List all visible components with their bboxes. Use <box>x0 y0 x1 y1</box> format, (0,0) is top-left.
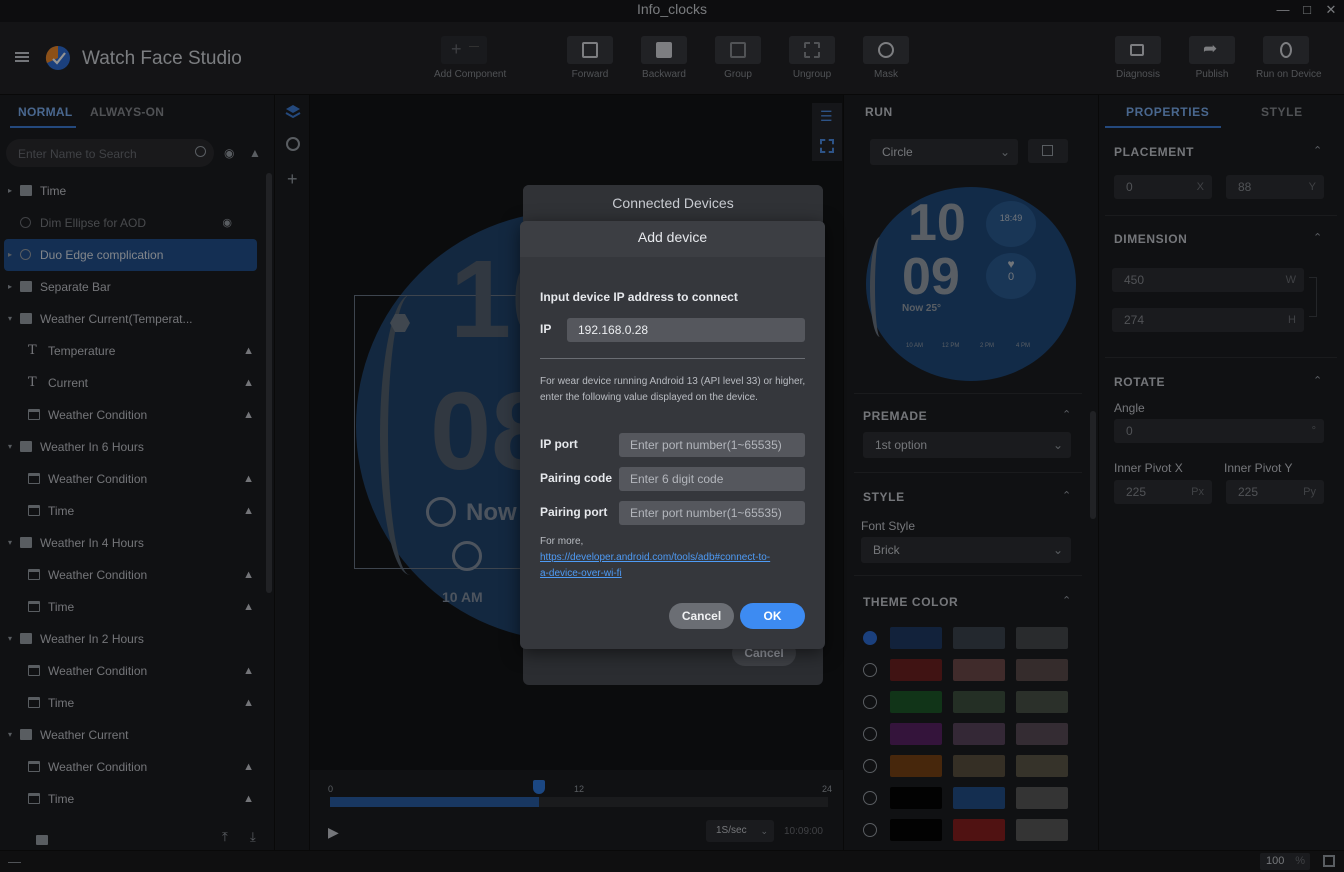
pairing-code-input[interactable]: Enter 6 digit code <box>619 467 805 491</box>
add-device-cancel-button[interactable]: Cancel <box>669 603 734 629</box>
ip-address-input[interactable]: 192.168.0.28 <box>567 318 805 342</box>
ip-label: IP <box>540 322 552 336</box>
pairing-port-label: Pairing port <box>540 505 608 519</box>
pairing-code-label: Pairing code <box>540 471 613 485</box>
ip-port-label: IP port <box>540 437 578 451</box>
ip-instruction: Input device IP address to connect <box>540 290 738 304</box>
app-window: Info_clocks — □ ✕ Watch Face Studio + Ad… <box>0 0 1344 872</box>
adb-help-link[interactable]: https://developer.android.com/tools/adb#… <box>540 550 770 566</box>
connected-devices-title: Connected Devices <box>523 185 823 221</box>
pairing-port-placeholder: Enter port number(1~65535) <box>630 506 782 520</box>
ip-port-input[interactable]: Enter port number(1~65535) <box>619 433 805 457</box>
adb-help-link-cont[interactable]: a-device-over-wi-fi <box>540 566 622 582</box>
add-device-title: Add device <box>520 221 825 257</box>
divider <box>540 358 805 359</box>
add-device-dialog: Add device Input device IP address to co… <box>520 221 825 649</box>
add-device-ok-button[interactable]: OK <box>740 603 805 629</box>
ip-address-value: 192.168.0.28 <box>578 323 649 337</box>
android13-note: For wear device running Android 13 (API … <box>540 376 806 403</box>
pairing-port-input[interactable]: Enter port number(1~65535) <box>619 501 805 525</box>
ip-port-placeholder: Enter port number(1~65535) <box>630 438 782 452</box>
pairing-code-placeholder: Enter 6 digit code <box>630 472 724 486</box>
for-more-label: For more, <box>540 536 584 547</box>
